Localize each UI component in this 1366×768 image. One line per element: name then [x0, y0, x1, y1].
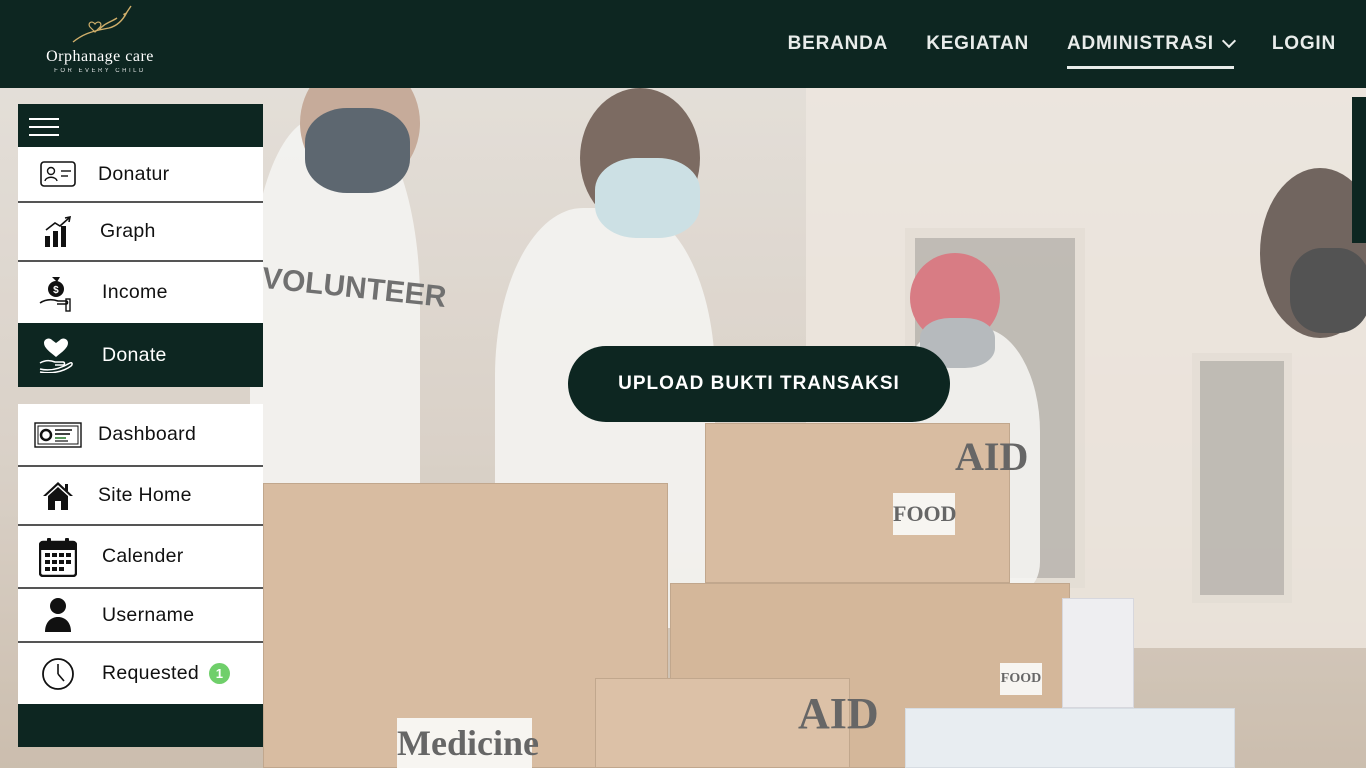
- sidebar-item-username[interactable]: Username: [18, 589, 263, 643]
- brand-logo[interactable]: Orphanage care FOR EVERY CHILD: [30, 4, 170, 82]
- nav-login[interactable]: LOGIN: [1272, 33, 1336, 55]
- house-icon: [18, 480, 98, 512]
- bar-chart-icon: [18, 215, 98, 248]
- sidebar-item-income[interactable]: $ Income: [18, 262, 263, 323]
- sidebar-item-dashboard[interactable]: Dashboard: [18, 404, 263, 467]
- id-card-icon: [18, 161, 98, 187]
- sidebar-item-label: Donatur: [98, 162, 170, 185]
- nav-login-label: LOGIN: [1271, 33, 1336, 54]
- svg-text:$: $: [53, 285, 59, 296]
- sidebar-item-label: Site Home: [98, 484, 192, 506]
- top-navbar: Orphanage care FOR EVERY CHILD BERANDA K…: [0, 0, 1366, 88]
- sidebar-item-requested[interactable]: Requested 1: [18, 643, 263, 704]
- sidebar-item-label: Dashboard: [98, 423, 197, 445]
- sidebar-header: [18, 104, 263, 147]
- heart-hand-icon: [18, 337, 98, 373]
- main-nav: BERANDA KEGIATAN ADMINISTRASI LOGIN: [788, 0, 1336, 88]
- user-icon: [18, 597, 98, 633]
- hand-heart-logo-icon: [72, 5, 132, 43]
- sidebar-item-label: Income: [102, 281, 168, 303]
- money-bag-hand-icon: $: [18, 273, 98, 313]
- nav-beranda[interactable]: BERANDA: [788, 33, 889, 55]
- sidebar-item-label: Calender: [102, 545, 184, 567]
- sidebar-item-label: Graph: [100, 220, 156, 242]
- hamburger-menu-icon[interactable]: [29, 118, 59, 136]
- brand-tagline: FOR EVERY CHILD: [54, 68, 146, 74]
- admin-sidebar: Donatur Graph $ Income Donate Dashboard …: [18, 104, 263, 747]
- sidebar-item-label: Username: [102, 603, 195, 626]
- nav-beranda-label: BERANDA: [787, 33, 889, 54]
- sidebar-item-donate[interactable]: Donate: [18, 323, 263, 387]
- sidebar-item-calender[interactable]: Calender: [18, 526, 263, 589]
- calendar-icon: [18, 537, 98, 577]
- sidebar-item-site-home[interactable]: Site Home: [18, 467, 263, 526]
- nav-kegiatan-label: KEGIATAN: [926, 33, 1029, 54]
- brand-name: Orphanage care: [46, 48, 154, 65]
- nav-kegiatan[interactable]: KEGIATAN: [926, 33, 1029, 55]
- sidebar-item-donatur[interactable]: Donatur: [18, 147, 263, 203]
- dashboard-icon: [18, 421, 98, 448]
- chevron-down-icon: [1221, 33, 1236, 49]
- nav-administrasi-label: ADMINISTRASI: [1067, 33, 1214, 54]
- sidebar-footer: [18, 704, 263, 747]
- sidebar-item-label: Requested: [102, 662, 200, 684]
- nav-administrasi-dropdown[interactable]: ADMINISTRASI: [1067, 33, 1236, 69]
- side-panel-edge[interactable]: [1352, 97, 1366, 243]
- sidebar-item-graph[interactable]: Graph: [18, 203, 263, 262]
- upload-transaction-proof-button[interactable]: UPLOAD BUKTI TRANSAKSI: [568, 346, 950, 422]
- clock-icon: [18, 657, 98, 691]
- requested-count-badge: 1: [209, 663, 231, 684]
- sidebar-item-label: Donate: [102, 343, 167, 366]
